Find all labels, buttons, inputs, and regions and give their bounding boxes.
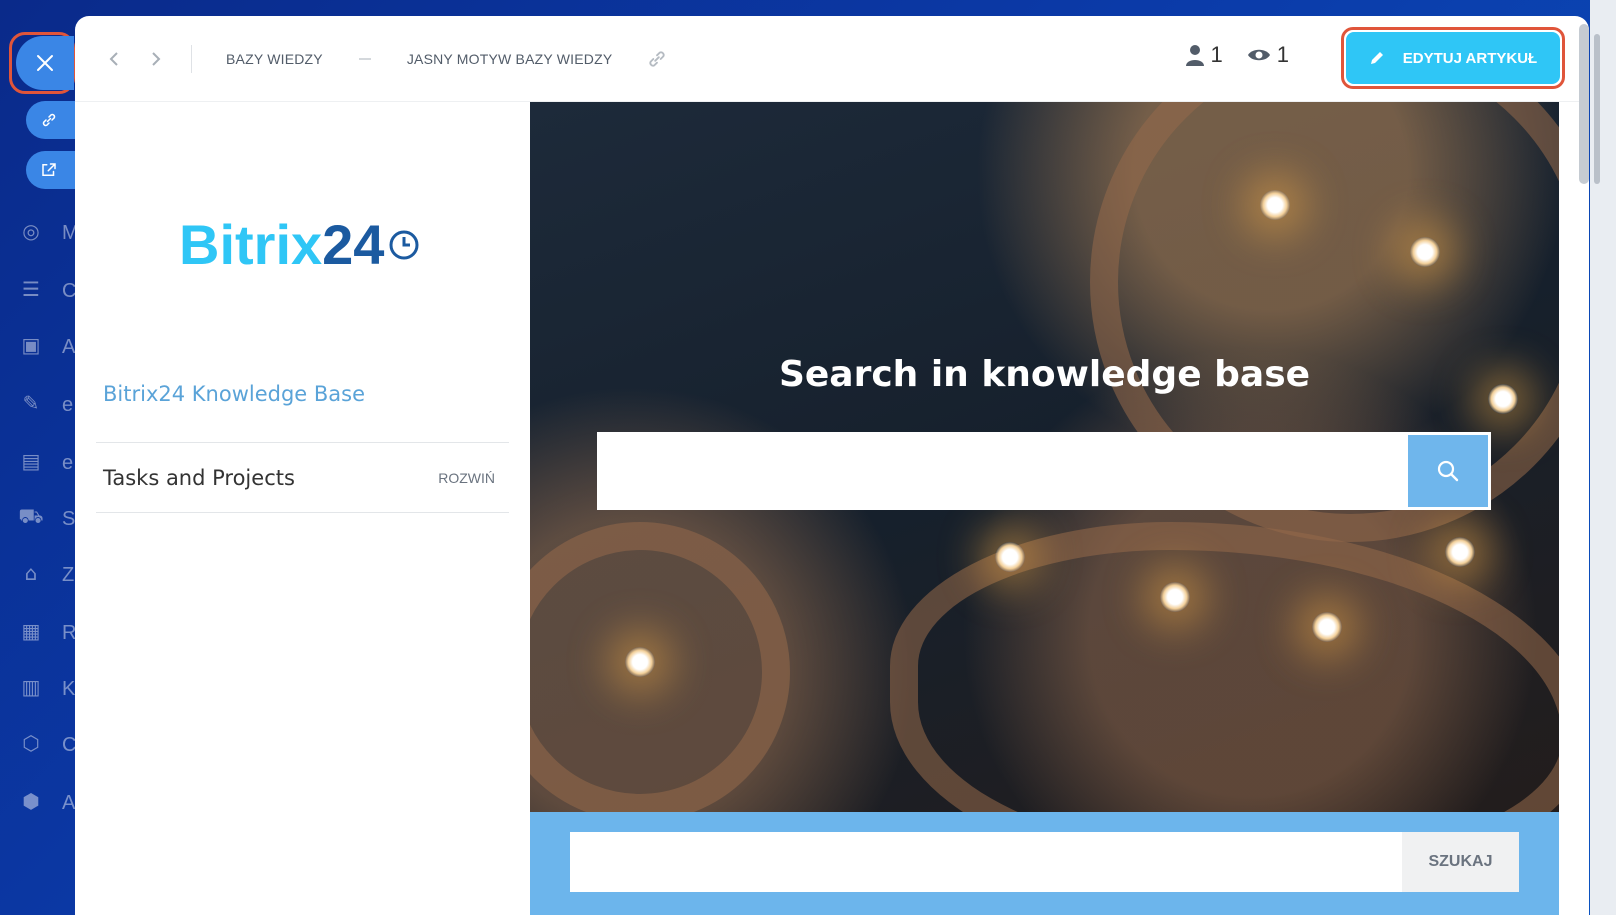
views-count: 1 xyxy=(1276,42,1289,67)
bottom-search-bar: SZUKAJ xyxy=(530,812,1559,915)
decor-bulb xyxy=(995,542,1025,572)
bg-letter: Z xyxy=(62,564,75,586)
cube-icon: ⬢ xyxy=(22,789,40,813)
bottom-search-box xyxy=(570,832,1402,892)
views-stat[interactable]: 1 xyxy=(1247,42,1289,68)
users-stat[interactable]: 1 xyxy=(1185,42,1223,68)
copy-link-icon xyxy=(42,113,56,127)
forward-button[interactable] xyxy=(145,48,167,70)
page-scrollbar[interactable] xyxy=(1594,34,1600,184)
chevron-left-icon xyxy=(109,51,118,66)
breadcrumb-separator xyxy=(358,57,371,60)
decor-bulb xyxy=(1260,190,1290,220)
clock-icon xyxy=(389,230,419,259)
target-icon: ◎ xyxy=(22,219,40,243)
bg-letter: S xyxy=(62,508,76,530)
breadcrumb-knowledge-bases[interactable]: BAZY WIEDZY xyxy=(226,51,323,67)
search-icon xyxy=(1437,460,1459,482)
expand-button[interactable]: ROZWIŃ xyxy=(438,470,495,486)
bg-letter: A xyxy=(62,336,76,358)
filter-icon: ☰ xyxy=(22,277,40,301)
document-icon: ▤ xyxy=(21,449,41,473)
decor-bulb xyxy=(1160,582,1190,612)
knowledge-base-home-link[interactable]: Bitrix24 Knowledge Base xyxy=(103,382,365,406)
hero-search-section: Search in knowledge base xyxy=(530,102,1559,812)
bg-letter: K xyxy=(62,678,76,700)
menu-item-title[interactable]: Tasks and Projects xyxy=(103,466,295,490)
hero-title: Search in knowledge base xyxy=(778,354,1311,395)
decor-bulb xyxy=(1410,237,1440,267)
bg-letter: e xyxy=(62,394,74,416)
panel-scrollbar[interactable] xyxy=(1579,24,1589,184)
article-slider-panel: BAZY WIEDZY JASNY MOTYW BAZY WIEDZY 1 1 xyxy=(75,16,1589,915)
divider xyxy=(191,44,192,73)
calendar-icon: ▦ xyxy=(21,619,41,643)
hexagon-icon: ⬡ xyxy=(22,731,40,755)
eye-icon xyxy=(1247,49,1270,61)
pen-icon: ✎ xyxy=(22,391,40,415)
bitrix24-logo[interactable]: Bitrix 24 xyxy=(179,212,420,277)
menu-item-tasks-and-projects[interactable]: Tasks and Projects ROZWIŃ xyxy=(96,442,509,513)
edit-article-button[interactable]: EDYTUJ ARTYKUŁ xyxy=(1346,32,1560,84)
hero-search-box xyxy=(597,432,1491,510)
breadcrumb-current-article[interactable]: JASNY MOTYW BAZY WIEDZY xyxy=(407,51,613,67)
warehouse-icon: ⌂ xyxy=(24,561,38,585)
knowledge-base-sidebar: Bitrix 24 Bitrix24 Knowledge Base Tasks a… xyxy=(75,102,530,915)
decor-bulb xyxy=(625,647,655,677)
decor-shape xyxy=(530,522,790,812)
open-new-window-button[interactable] xyxy=(26,151,76,189)
chevron-right-icon xyxy=(152,51,161,66)
bg-letter: A xyxy=(62,792,76,814)
decor-bulb xyxy=(1312,612,1342,642)
hero-search-input[interactable] xyxy=(597,432,1407,510)
edit-article-label: EDYTUJ ARTYKUŁ xyxy=(1402,49,1538,67)
cart-icon: ⛟ xyxy=(18,503,44,528)
back-button[interactable] xyxy=(103,48,125,70)
users-count: 1 xyxy=(1210,42,1223,67)
bottom-search-input[interactable] xyxy=(570,832,1402,892)
bottom-search-button[interactable]: SZUKAJ xyxy=(1402,832,1519,892)
close-slider-button[interactable] xyxy=(16,36,74,90)
background-right-strip xyxy=(1590,0,1616,915)
article-stats: 1 1 xyxy=(1185,42,1289,68)
robot-icon: ▣ xyxy=(21,333,41,357)
copy-link-button[interactable] xyxy=(26,101,76,139)
close-icon xyxy=(37,55,53,71)
bg-letter: e xyxy=(62,452,74,474)
decor-bulb xyxy=(1445,537,1475,567)
user-icon xyxy=(1185,45,1204,66)
pencil-icon xyxy=(1370,52,1383,64)
chart-icon: ▥ xyxy=(21,675,41,699)
open-new-window-icon xyxy=(42,163,56,176)
copy-article-link-icon[interactable] xyxy=(646,48,668,70)
hero-search-button[interactable] xyxy=(1408,435,1488,507)
